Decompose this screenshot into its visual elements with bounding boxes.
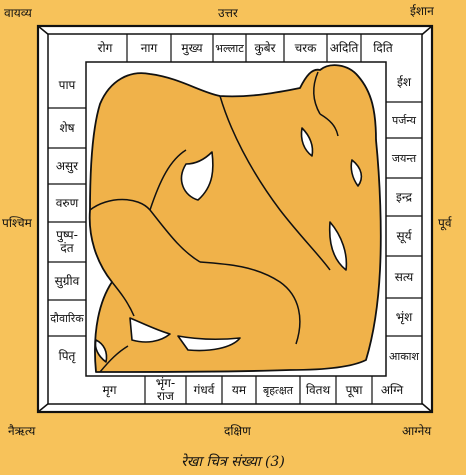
cell-pusha: पूषा [345,382,363,397]
cell-sugreev: सुग्रीव [54,273,80,288]
cell-yam: यम [231,382,247,397]
cell-rog: रोग [97,40,113,55]
cell-paap: पाप [58,77,76,92]
cell-surya: सूर्य [396,228,412,243]
cell-bhrinsh: भृंश [395,309,413,324]
cell-varun: वरुण [55,195,79,210]
cell-jayant: जयन्त [391,151,417,165]
cell-parjanya: पर्जन्य [391,113,417,127]
cell-bhallat: भल्लाट [215,41,244,55]
cell-pitri: पितृ [58,348,76,363]
cell-charak: चरक [294,40,317,55]
cell-pushpadant: पुष्प- दंत [56,228,78,255]
cell-brihatkshat: बृहत्क्षत [262,383,294,397]
cell-gandharva: गंधर्व [193,382,215,397]
cell-satya: सत्य [394,269,414,284]
cell-shesh: शेष [59,120,75,135]
cell-kuber: कुबेर [254,40,276,55]
cell-dauvarik: दौवारिक [50,311,84,325]
figure-caption: रेखा चित्र संख्या (3) [181,454,285,470]
cell-vitath: वितथ [305,382,331,397]
cell-agni: अग्नि [380,382,404,397]
cell-mukhya: मुख्य [181,40,203,55]
cell-aditi: अदिति [329,40,359,55]
cell-eesh: ईश [396,74,412,89]
cell-aakash: आकाश [388,349,420,363]
cell-naag: नाग [140,40,158,55]
cell-asur: असुर [55,158,79,173]
cell-indra: इन्द्र [396,189,412,204]
cell-mrig: मृग [102,382,117,397]
cell-diti: दिति [373,40,393,55]
cell-bhringraj: भृंग- राज [155,376,176,403]
